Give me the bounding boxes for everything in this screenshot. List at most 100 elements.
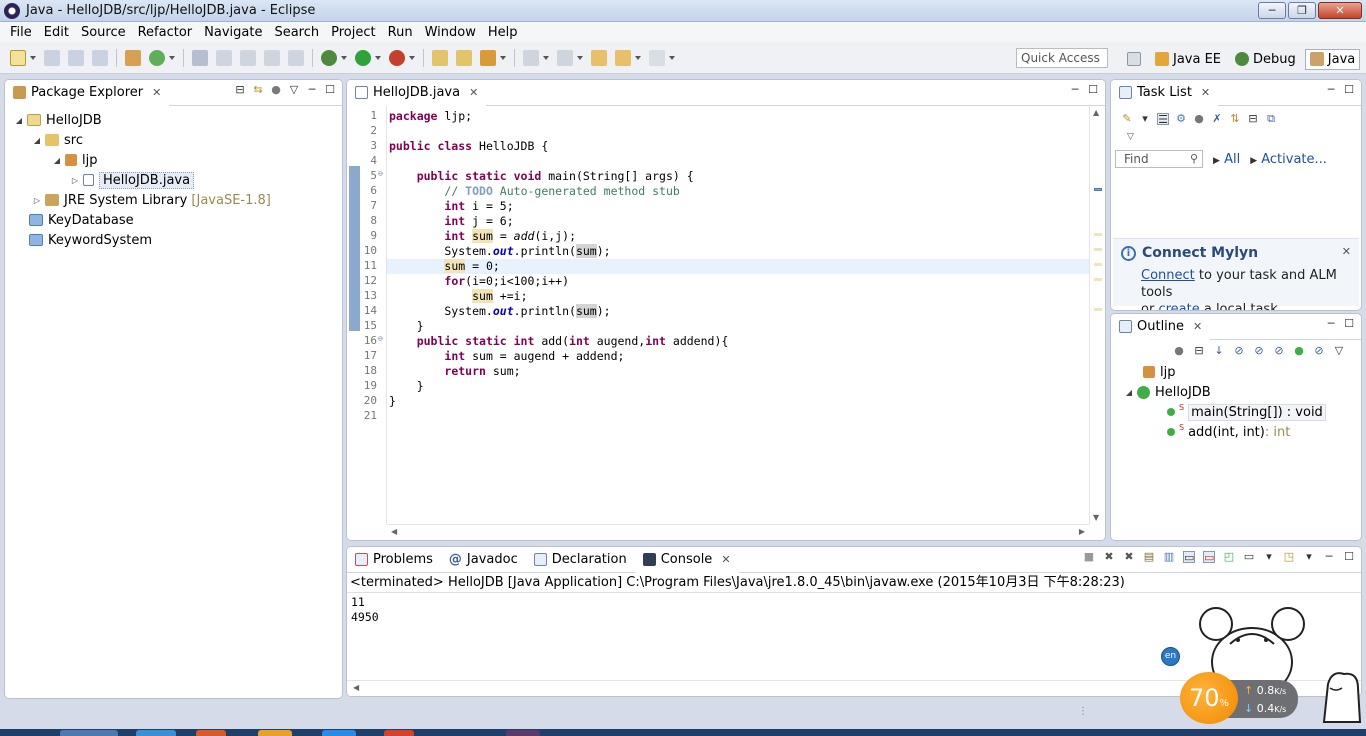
expanded-icon[interactable]: ◢ [1125, 388, 1133, 397]
tab-outline[interactable]: Outline ✕ [1111, 314, 1211, 340]
editor-horizontal-scrollbar[interactable]: ◀ ▶ [387, 524, 1089, 540]
tree-item-src[interactable]: ◢ src [5, 130, 342, 150]
new-task-icon[interactable]: ✎ [1121, 113, 1133, 125]
view-menu-icon[interactable]: ▽ [288, 84, 300, 96]
collapse-all-icon[interactable]: ⊟ [1193, 345, 1205, 357]
search-icon[interactable] [480, 49, 496, 66]
code-area[interactable]: package ljp; public class HelloJDB { pub… [387, 106, 1089, 524]
minimize-button[interactable]: ─ [1258, 2, 1286, 19]
show-whitespace-icon[interactable] [288, 49, 304, 66]
close-tab-icon[interactable]: ✕ [1193, 320, 1202, 333]
menu-search[interactable]: Search [268, 25, 325, 40]
tree-item-keydatabase[interactable]: KeyDatabase [5, 210, 342, 230]
forward-icon[interactable] [649, 49, 665, 66]
fold-icon[interactable]: ⊖ [378, 334, 385, 343]
code-editor[interactable]: 1 2 3 4 5 6 7 8 9 10 11 12 13 14 15 16 17 18 19 20 21 ⊖ ⊖ pa… [347, 106, 1105, 540]
tree-item-jre-library[interactable]: ▷ JRE System Library [JavaSE-1.8] [5, 190, 342, 210]
menu-refactor[interactable]: Refactor [132, 25, 199, 40]
minimize-view-icon[interactable]: ─ [306, 84, 318, 96]
close-button[interactable]: ✕ [1318, 2, 1362, 19]
network-speed-widget[interactable]: ↑ 0.8K/s ↓ 0.4K/s 70% [1180, 672, 1298, 724]
dropdown-icon[interactable]: ▾ [1139, 113, 1151, 125]
new-class-icon[interactable] [149, 49, 165, 66]
perspective-java[interactable]: Java [1304, 48, 1361, 70]
overview-marker[interactable] [1094, 263, 1102, 266]
maximize-button[interactable]: ❐ [1288, 2, 1316, 19]
minimize-view-icon[interactable]: ─ [1325, 318, 1337, 330]
save-all-icon[interactable] [68, 49, 84, 66]
prev-annotation-icon[interactable] [240, 49, 256, 66]
run-icon[interactable] [355, 49, 371, 66]
menu-run[interactable]: Run [382, 25, 419, 40]
scroll-left-icon[interactable]: ◀ [391, 527, 397, 536]
print-icon[interactable] [92, 49, 108, 66]
menu-source[interactable]: Source [75, 25, 132, 40]
hide-local-types-icon[interactable]: ⊘ [1313, 345, 1325, 357]
hide-fields-icon[interactable]: ⊘ [1233, 345, 1245, 357]
hide-completed-icon[interactable]: ✗ [1211, 113, 1223, 125]
task-find-input[interactable]: Find ⚲ [1115, 150, 1203, 168]
tree-item-hellojdb[interactable]: ◢ HelloJDB [5, 110, 342, 130]
all-link[interactable]: All [1224, 152, 1240, 167]
link-with-editor-icon[interactable]: ⇆ [252, 84, 264, 96]
expanded-icon[interactable]: ◢ [53, 156, 61, 165]
menu-file[interactable]: File [4, 25, 38, 40]
focus-icon[interactable]: ● [1173, 345, 1185, 357]
new-package-icon[interactable] [125, 49, 141, 66]
perspective-debug[interactable]: Debug [1230, 49, 1301, 70]
close-tab-icon[interactable]: ✕ [469, 86, 478, 99]
block-selection-icon[interactable] [264, 49, 280, 66]
close-tab-icon[interactable]: ✕ [1201, 86, 1210, 99]
synchronize-icon[interactable]: ⇅ [1229, 113, 1241, 125]
maximize-view-icon[interactable]: ☐ [1087, 84, 1099, 96]
tree-item-ljp[interactable]: ◢ ljp [5, 150, 342, 170]
maximize-view-icon[interactable]: ☐ [324, 84, 336, 96]
display-console-icon[interactable]: ▭ [1243, 551, 1255, 563]
pin-console-icon[interactable]: ◰ [1223, 551, 1235, 563]
taskbar-app[interactable] [136, 730, 176, 736]
close-icon[interactable]: ✕ [1342, 245, 1351, 258]
maximize-view-icon[interactable]: ☐ [1343, 84, 1355, 96]
tree-item-hellojdb-java[interactable]: ▷ HelloJDB.java [5, 170, 342, 190]
overview-marker[interactable] [1094, 248, 1102, 251]
open-perspective-button[interactable] [1122, 49, 1146, 69]
prev-edit-icon[interactable] [557, 49, 573, 66]
create-link[interactable]: create [1158, 302, 1199, 310]
tab-task-list[interactable]: Task List ✕ [1111, 80, 1219, 106]
quick-access-input[interactable]: Quick Access [1016, 48, 1108, 68]
sort-icon[interactable]: ↓ [1213, 345, 1225, 357]
minimize-view-icon[interactable]: ─ [1323, 551, 1335, 563]
toggle-mark-icon[interactable] [192, 49, 208, 66]
tab-console[interactable]: Console ✕ [634, 547, 739, 573]
categorized-icon[interactable]: ☰ [1157, 113, 1169, 126]
open-console-icon[interactable]: ◳ [1283, 551, 1295, 563]
minimize-view-icon[interactable]: ─ [1325, 84, 1337, 96]
tab-hellojdb-java[interactable]: HelloJDB.java ✕ [347, 80, 487, 106]
clear-console-icon[interactable]: ▤ [1143, 551, 1155, 563]
back-icon[interactable] [615, 49, 631, 66]
maximize-view-icon[interactable]: ☐ [1343, 318, 1355, 330]
expanded-icon[interactable]: ◢ [33, 136, 41, 145]
tab-problems[interactable]: Problems [347, 547, 441, 573]
taskbar-app[interactable] [60, 730, 118, 736]
fold-icon[interactable]: ⊖ [378, 169, 385, 178]
hide-non-public-icon[interactable]: ⊘ [1273, 345, 1285, 357]
remove-all-terminated-icon[interactable]: ✖ [1123, 551, 1135, 563]
menu-help[interactable]: Help [482, 25, 524, 40]
connect-link[interactable]: Connect [1141, 268, 1195, 283]
external-tools-icon[interactable] [389, 49, 405, 66]
save-icon[interactable] [44, 49, 60, 66]
focus-icon[interactable]: ● [270, 84, 282, 96]
taskbar-app[interactable] [322, 730, 356, 736]
collapsed-icon[interactable]: ▷ [33, 196, 41, 205]
overview-marker[interactable] [1094, 188, 1102, 191]
taskbar-app[interactable] [506, 730, 540, 736]
close-tab-icon[interactable]: ✕ [721, 553, 730, 566]
outline-package[interactable]: ljp [1111, 362, 1361, 382]
taskbar-app[interactable] [258, 730, 292, 736]
last-edit-icon[interactable] [591, 49, 607, 66]
view-menu-icon[interactable]: ▽ [1111, 132, 1361, 142]
scroll-down-icon[interactable]: ▼ [1093, 513, 1099, 522]
menu-navigate[interactable]: Navigate [198, 25, 268, 40]
menu-edit[interactable]: Edit [38, 25, 75, 40]
